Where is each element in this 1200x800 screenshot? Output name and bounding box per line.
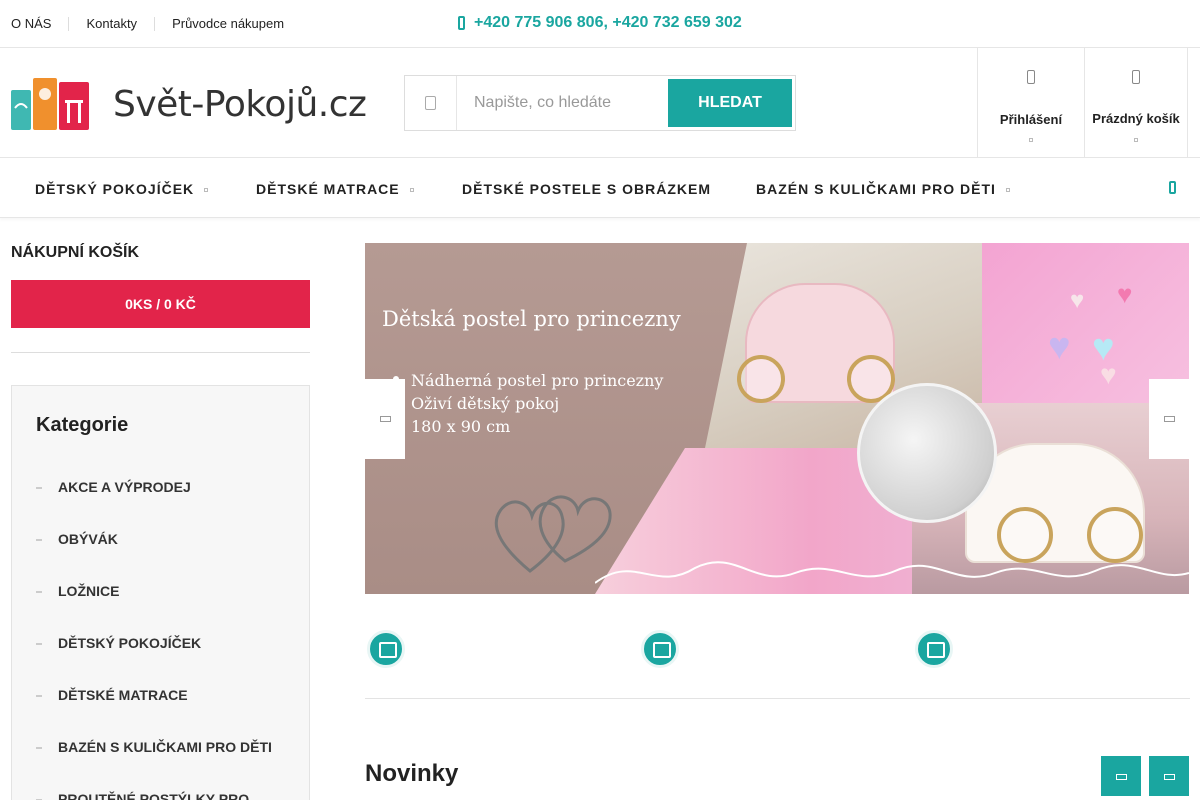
delivery-badge-icon (367, 630, 405, 668)
top-bar: O NÁS Kontakty Průvodce nákupem +420 775… (0, 0, 1200, 48)
category-item[interactable]: DĚTSKÉ MATRACE (36, 687, 188, 703)
main-nav: DĚTSKÝ POKOJÍČEK DĚTSKÉ MATRACE DĚTSKÉ P… (0, 158, 1200, 218)
category-item[interactable]: DĚTSKÝ POKOJÍČEK (36, 635, 201, 651)
scroll-left-button[interactable] (1101, 756, 1141, 796)
site-header: Svět-Pokojů.cz HLEDAT Přihlášení Prázdný… (0, 48, 1200, 158)
user-icon (1027, 70, 1035, 84)
login-label: Přihlášení (999, 112, 1063, 127)
bullet-icon (36, 643, 42, 646)
cart-heading: NÁKUPNÍ KOŠÍK (11, 244, 140, 261)
slider-prev-button[interactable] (365, 379, 405, 459)
bullet-icon (36, 695, 42, 698)
categories-panel: Kategorie AKCE A VÝPRODEJ OBÝVÁK LOŽNICE… (11, 385, 310, 800)
wave-line-decoration (595, 561, 1189, 584)
store-badge-icon (641, 630, 679, 668)
banner-detail-circle (857, 383, 997, 523)
chevron-down-icon (204, 188, 209, 193)
category-item[interactable]: LOŽNICE (36, 583, 119, 599)
nav-label: BAZÉN S KULIČKAMI PRO DĚTI (756, 181, 996, 197)
heart-icon: ♥ (1048, 326, 1071, 368)
category-label: DĚTSKÉ MATRACE (58, 687, 188, 703)
banner-line: Nádherná postel pro princezny (411, 371, 664, 390)
about-link[interactable]: O NÁS (11, 16, 51, 31)
search-icon[interactable] (405, 76, 457, 130)
banner-title: Dětská postel pro princezny (382, 307, 681, 331)
logo-icon (11, 78, 89, 130)
category-item[interactable]: AKCE A VÝPRODEJ (36, 479, 191, 495)
scroll-right-button[interactable] (1149, 756, 1189, 796)
chevron-down-icon (409, 188, 414, 193)
category-item[interactable]: PROUTĚNÉ POSTÝLKY PRO (36, 791, 249, 800)
section-title: Novinky (365, 760, 459, 787)
categories-title: Kategorie (36, 414, 129, 436)
hero-banner[interactable]: ♥ ♥ ♥ ♥ ♥ Dětská postel pro princezny Ná… (365, 243, 1189, 594)
chevron-down-icon (1134, 138, 1138, 142)
slider-next-button[interactable] (1149, 379, 1189, 459)
search-icon[interactable] (1169, 181, 1176, 194)
cart-icon (1132, 70, 1140, 84)
top-links: O NÁS Kontakty Průvodce nákupem (11, 16, 284, 31)
search-button[interactable]: HLEDAT (668, 79, 792, 127)
category-label: DĚTSKÝ POKOJÍČEK (58, 635, 202, 651)
login-button[interactable]: Přihlášení (977, 48, 1084, 157)
nav-label: DĚTSKÉ POSTELE S OBRÁZKEM (462, 181, 712, 197)
divider (154, 17, 156, 31)
divider (68, 17, 70, 31)
banner-line: Oživí dětský pokoj (411, 394, 560, 413)
category-label: OBÝVÁK (58, 531, 118, 547)
bullet-icon (36, 539, 42, 542)
phone-numbers: +420 775 906 806, +420 732 659 302 (474, 14, 742, 31)
benefit-badges (365, 630, 1189, 670)
phone-contact[interactable]: +420 775 906 806, +420 732 659 302 (458, 14, 742, 32)
chevron-down-icon (1005, 188, 1010, 193)
search-input[interactable] (457, 76, 667, 130)
heart-icon: ♥ (1070, 287, 1085, 314)
carriage-bed-image (737, 283, 895, 403)
bullet-icon (36, 487, 42, 490)
wheel-shape (737, 355, 785, 403)
gift-badge-icon (915, 630, 953, 668)
phone-icon (458, 16, 465, 30)
divider (365, 698, 1190, 699)
shopping-guide-link[interactable]: Průvodce nákupem (172, 16, 284, 31)
category-item[interactable]: BAZÉN S KULIČKAMI PRO DĚTI (36, 739, 272, 755)
bullet-icon (36, 591, 42, 594)
nav-label: DĚTSKÉ MATRACE (256, 181, 400, 197)
bullet-icon (36, 747, 42, 750)
logo-text: Svět-Pokojů.cz (113, 84, 367, 125)
nav-label: DĚTSKÝ POKOJÍČEK (35, 181, 195, 197)
divider (11, 352, 310, 353)
chevron-down-icon (1029, 138, 1033, 142)
nav-item-kids-mattresses[interactable]: DĚTSKÉ MATRACE (256, 181, 414, 197)
nav-item-kids-room[interactable]: DĚTSKÝ POKOJÍČEK (35, 181, 209, 197)
contacts-link[interactable]: Kontakty (86, 16, 137, 31)
nav-item-ball-pool[interactable]: BAZÉN S KULIČKAMI PRO DĚTI (756, 181, 1010, 197)
search-bar: HLEDAT (404, 75, 796, 131)
site-logo[interactable]: Svět-Pokojů.cz (11, 72, 371, 132)
category-label: PROUTĚNÉ POSTÝLKY PRO (58, 791, 250, 800)
cart-label: Prázdný košík (1092, 111, 1180, 126)
nav-item-kids-beds[interactable]: DĚTSKÉ POSTELE S OBRÁZKEM (462, 181, 711, 197)
category-label: AKCE A VÝPRODEJ (58, 479, 191, 495)
category-label: LOŽNICE (58, 583, 120, 599)
heart-icon: ♥ (1100, 359, 1117, 390)
category-label: BAZÉN S KULIČKAMI PRO DĚTI (58, 739, 272, 755)
cart-summary-button[interactable]: 0KS / 0 KČ (11, 280, 310, 328)
category-item[interactable]: OBÝVÁK (36, 531, 118, 547)
heart-icon: ♥ (1117, 279, 1133, 309)
banner-line: 180 x 90 cm (411, 417, 511, 436)
cart-button[interactable]: Prázdný košík (1084, 48, 1188, 157)
